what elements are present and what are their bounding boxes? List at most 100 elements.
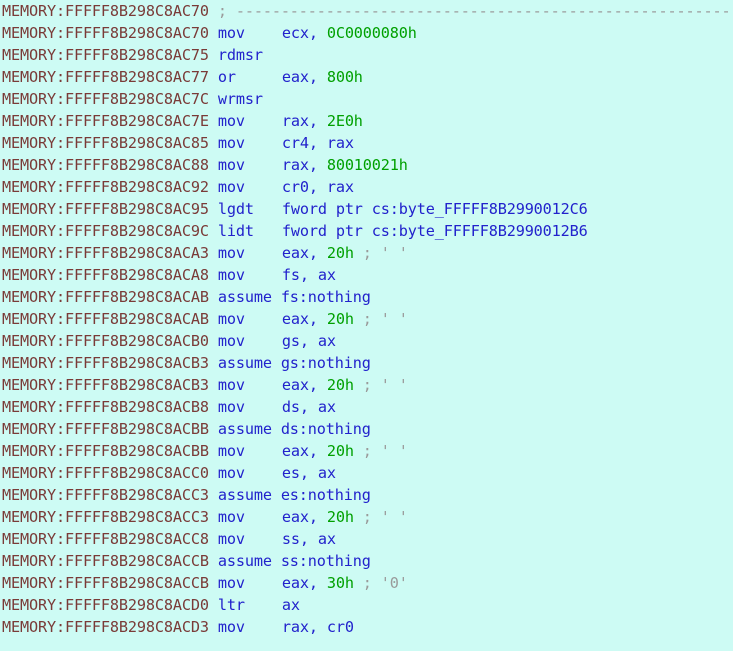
line-operand-register[interactable]: fword ptr cs:byte_FFFFF8B2990012C6 [282,200,588,218]
line-address: MEMORY:FFFFF8B298C8AC92 [2,178,209,196]
line-mnemonic[interactable]: rdmsr [218,44,282,66]
disasm-line[interactable]: MEMORY:FFFFF8B298C8ACCB mov eax, 30h ; '0… [0,572,733,594]
line-mnemonic[interactable]: mov [218,396,282,418]
line-mnemonic[interactable]: mov [218,572,282,594]
disasm-line[interactable]: MEMORY:FFFFF8B298C8AC88 mov rax, 80010021… [0,154,733,176]
line-operand-register[interactable]: eax, [282,310,327,328]
disasm-line[interactable]: MEMORY:FFFFF8B298C8AC75 rdmsr [0,44,733,66]
line-operand-immediate[interactable]: 30h [327,574,354,592]
disasm-line[interactable]: MEMORY:FFFFF8B298C8ACC3 assume es:nothin… [0,484,733,506]
line-address: MEMORY:FFFFF8B298C8AC77 [2,68,209,86]
line-mnemonic[interactable]: mov [218,22,282,44]
line-operand-immediate[interactable]: 20h [327,244,354,262]
line-operand-register[interactable]: fword ptr cs:byte_FFFFF8B2990012B6 [282,222,588,240]
disasm-line[interactable]: MEMORY:FFFFF8B298C8AC9C lidt fword ptr cs… [0,220,733,242]
disasm-line[interactable]: MEMORY:FFFFF8B298C8ACC3 mov eax, 20h ; ' … [0,506,733,528]
line-mnemonic[interactable]: mov [218,440,282,462]
disasm-line[interactable]: MEMORY:FFFFF8B298C8ACAB mov eax, 20h ; ' … [0,308,733,330]
line-comment: ; ' ' [353,376,408,394]
line-directive: assume gs:nothing [217,354,371,372]
line-operand-register[interactable]: fs, ax [282,266,336,284]
line-mnemonic[interactable]: mov [218,110,282,132]
line-operand-immediate[interactable]: 800h [327,68,363,86]
line-operand-register[interactable]: eax, [282,574,327,592]
line-address: MEMORY:FFFFF8B298C8ACB3 [2,376,209,394]
line-operand-register[interactable]: rax, cr0 [282,618,354,636]
disassembly-listing[interactable]: MEMORY:FFFFF8B298C8AC70 ; --------------… [0,0,733,651]
line-mnemonic[interactable]: mov [218,264,282,286]
disasm-line[interactable]: MEMORY:FFFFF8B298C8ACAB assume fs:nothin… [0,286,733,308]
line-mnemonic[interactable]: ltr [218,594,282,616]
line-operand-register[interactable]: rax, [282,112,327,130]
disasm-line[interactable]: MEMORY:FFFFF8B298C8ACB0 mov gs, ax [0,330,733,352]
line-operand-immediate[interactable]: 0C0000080h [327,24,417,42]
disasm-line[interactable]: MEMORY:FFFFF8B298C8AC85 mov cr4, rax [0,132,733,154]
disasm-line[interactable]: MEMORY:FFFFF8B298C8AC92 mov cr0, rax [0,176,733,198]
line-mnemonic[interactable]: lidt [218,220,282,242]
line-mnemonic[interactable]: mov [218,132,282,154]
line-mnemonic[interactable]: lgdt [218,198,282,220]
line-operand-register[interactable]: eax, [282,68,327,86]
disasm-line[interactable]: MEMORY:FFFFF8B298C8ACA8 mov fs, ax [0,264,733,286]
disasm-line[interactable]: MEMORY:FFFFF8B298C8AC7E mov rax, 2E0h [0,110,733,132]
disasm-line[interactable]: MEMORY:FFFFF8B298C8AC95 lgdt fword ptr cs… [0,198,733,220]
line-mnemonic[interactable]: mov [218,462,282,484]
line-separator-comment: ; --------------------------------------… [217,2,733,20]
disasm-line[interactable]: MEMORY:FFFFF8B298C8ACC8 mov ss, ax [0,528,733,550]
line-operand-register[interactable]: rax, [282,156,327,174]
disasm-line[interactable]: MEMORY:FFFFF8B298C8ACD0 ltr ax [0,594,733,616]
line-address: MEMORY:FFFFF8B298C8AC7E [2,112,209,130]
line-mnemonic[interactable]: mov [218,374,282,396]
line-operand-immediate[interactable]: 20h [327,376,354,394]
line-operand-immediate[interactable]: 2E0h [327,112,363,130]
disasm-line[interactable]: MEMORY:FFFFF8B298C8AC70 mov ecx, 0C000008… [0,22,733,44]
line-operand-register[interactable]: eax, [282,244,327,262]
line-operand-register[interactable]: eax, [282,442,327,460]
line-mnemonic[interactable]: mov [218,242,282,264]
disasm-line[interactable]: MEMORY:FFFFF8B298C8ACD3 mov rax, cr0 [0,616,733,638]
line-mnemonic[interactable]: mov [218,616,282,638]
line-operand-register[interactable]: ss, ax [282,530,336,548]
line-mnemonic[interactable]: mov [218,154,282,176]
line-mnemonic[interactable]: mov [218,176,282,198]
line-mnemonic[interactable]: mov [218,330,282,352]
line-mnemonic[interactable]: mov [218,308,282,330]
disasm-line[interactable]: MEMORY:FFFFF8B298C8ACB3 mov eax, 20h ; ' … [0,374,733,396]
line-operand-register[interactable]: ecx, [282,24,327,42]
line-operand-register[interactable]: eax, [282,376,327,394]
line-operand-register[interactable]: es, ax [282,464,336,482]
disasm-line[interactable]: MEMORY:FFFFF8B298C8ACBB assume ds:nothin… [0,418,733,440]
disasm-line[interactable]: MEMORY:FFFFF8B298C8ACB3 assume gs:nothin… [0,352,733,374]
line-address: MEMORY:FFFFF8B298C8ACCB [2,552,209,570]
line-mnemonic[interactable]: mov [218,528,282,550]
disasm-line[interactable]: MEMORY:FFFFF8B298C8ACCB assume ss:nothin… [0,550,733,572]
disasm-line[interactable]: MEMORY:FFFFF8B298C8ACA3 mov eax, 20h ; ' … [0,242,733,264]
line-mnemonic[interactable]: wrmsr [218,88,282,110]
line-directive: assume ds:nothing [217,420,371,438]
line-operand-immediate[interactable]: 20h [327,508,354,526]
line-mnemonic[interactable]: mov [218,506,282,528]
line-address: MEMORY:FFFFF8B298C8ACA8 [2,266,209,284]
line-address: MEMORY:FFFFF8B298C8AC88 [2,156,209,174]
disasm-line[interactable]: MEMORY:FFFFF8B298C8ACC0 mov es, ax [0,462,733,484]
disasm-line[interactable]: MEMORY:FFFFF8B298C8ACBB mov eax, 20h ; ' … [0,440,733,462]
line-mnemonic[interactable]: or [218,66,282,88]
disasm-line[interactable]: MEMORY:FFFFF8B298C8AC77 or eax, 800h [0,66,733,88]
line-operand-register[interactable]: ax [282,596,300,614]
line-operand-register[interactable]: cr0, rax [282,178,354,196]
line-address: MEMORY:FFFFF8B298C8AC70 [2,24,209,42]
line-operand-immediate[interactable]: 20h [327,310,354,328]
line-operand-register[interactable]: eax, [282,508,327,526]
line-operand-register[interactable]: cr4, rax [282,134,354,152]
line-address: MEMORY:FFFFF8B298C8ACC3 [2,486,209,504]
line-operand-register[interactable]: gs, ax [282,332,336,350]
line-address: MEMORY:FFFFF8B298C8AC70 [2,2,209,20]
line-operand-immediate[interactable]: 20h [327,442,354,460]
disasm-line[interactable]: MEMORY:FFFFF8B298C8AC7C wrmsr [0,88,733,110]
line-address: MEMORY:FFFFF8B298C8ACAB [2,310,209,328]
disasm-line[interactable]: MEMORY:FFFFF8B298C8AC70 ; --------------… [0,0,733,22]
line-comment: ; ' ' [353,442,408,460]
disasm-line[interactable]: MEMORY:FFFFF8B298C8ACB8 mov ds, ax [0,396,733,418]
line-operand-immediate[interactable]: 80010021h [327,156,408,174]
line-operand-register[interactable]: ds, ax [282,398,336,416]
